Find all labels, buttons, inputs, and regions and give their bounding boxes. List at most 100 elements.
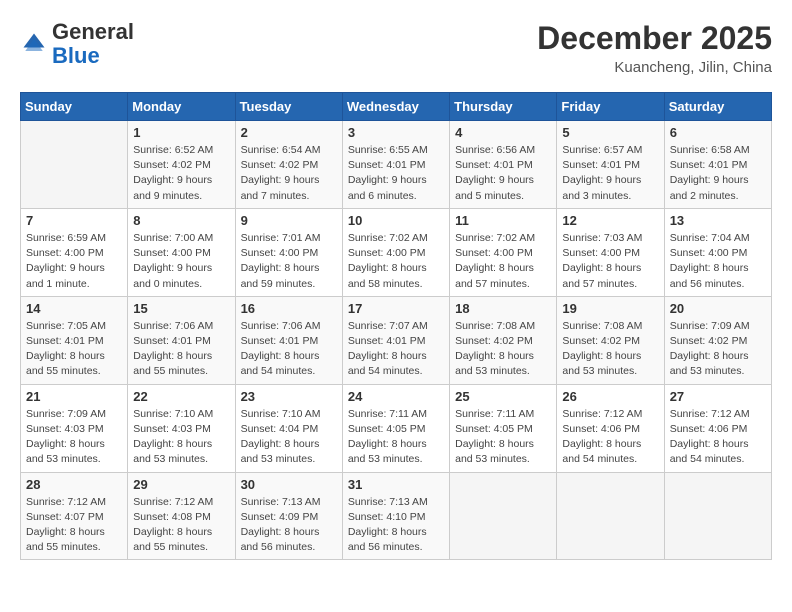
day-number: 21 bbox=[26, 389, 122, 404]
day-detail: Sunrise: 6:59 AM Sunset: 4:00 PM Dayligh… bbox=[26, 231, 122, 292]
calendar-day-cell: 6 Sunrise: 6:58 AM Sunset: 4:01 PM Daylig… bbox=[664, 121, 771, 209]
calendar-day-cell: 19 Sunrise: 7:08 AM Sunset: 4:02 PM Dayli… bbox=[557, 296, 664, 384]
day-number: 18 bbox=[455, 301, 551, 316]
day-number: 26 bbox=[562, 389, 658, 404]
weekday-header-cell: Saturday bbox=[664, 93, 771, 121]
calendar-day-cell: 30Sunrise: 7:13 AM Sunset: 4:09 PM Dayli… bbox=[235, 472, 342, 560]
calendar-day-cell: 7 Sunrise: 6:59 AM Sunset: 4:00 PM Daylig… bbox=[21, 208, 128, 296]
calendar-day-cell bbox=[450, 472, 557, 560]
calendar-day-cell: 9 Sunrise: 7:01 AM Sunset: 4:00 PM Daylig… bbox=[235, 208, 342, 296]
weekday-header-cell: Tuesday bbox=[235, 93, 342, 121]
day-number: 20 bbox=[670, 301, 766, 316]
day-detail: Sunrise: 7:08 AM Sunset: 4:02 PM Dayligh… bbox=[455, 319, 551, 380]
day-detail: Sunrise: 6:58 AM Sunset: 4:01 PM Dayligh… bbox=[670, 143, 766, 204]
calendar-week-row: 7 Sunrise: 6:59 AM Sunset: 4:00 PM Daylig… bbox=[21, 208, 772, 296]
day-number: 31 bbox=[348, 477, 444, 492]
day-detail: Sunrise: 6:55 AM Sunset: 4:01 PM Dayligh… bbox=[348, 143, 444, 204]
title-block: December 2025 Kuancheng, Jilin, China bbox=[537, 20, 772, 76]
calendar-day-cell: 27 Sunrise: 7:12 AM Sunset: 4:06 PM Dayli… bbox=[664, 384, 771, 472]
day-detail: Sunrise: 7:13 AM Sunset: 4:09 PM Dayligh… bbox=[241, 495, 337, 556]
day-number: 25 bbox=[455, 389, 551, 404]
weekday-header-row: SundayMondayTuesdayWednesdayThursdayFrid… bbox=[21, 93, 772, 121]
day-detail: Sunrise: 7:12 AM Sunset: 4:07 PM Dayligh… bbox=[26, 495, 122, 556]
day-number: 7 bbox=[26, 213, 122, 228]
calendar-day-cell: 12 Sunrise: 7:03 AM Sunset: 4:00 PM Dayli… bbox=[557, 208, 664, 296]
calendar-day-cell: 15 Sunrise: 7:06 AM Sunset: 4:01 PM Dayli… bbox=[128, 296, 235, 384]
day-detail: Sunrise: 7:10 AM Sunset: 4:03 PM Dayligh… bbox=[133, 407, 229, 468]
day-number: 4 bbox=[455, 125, 551, 140]
calendar-day-cell: 10Sunrise: 7:02 AM Sunset: 4:00 PM Dayli… bbox=[342, 208, 449, 296]
calendar-day-cell: 31 Sunrise: 7:13 AM Sunset: 4:10 PM Dayli… bbox=[342, 472, 449, 560]
calendar-day-cell: 21 Sunrise: 7:09 AM Sunset: 4:03 PM Dayli… bbox=[21, 384, 128, 472]
day-detail: Sunrise: 7:13 AM Sunset: 4:10 PM Dayligh… bbox=[348, 495, 444, 556]
day-number: 13 bbox=[670, 213, 766, 228]
day-detail: Sunrise: 7:06 AM Sunset: 4:01 PM Dayligh… bbox=[133, 319, 229, 380]
weekday-header-cell: Thursday bbox=[450, 93, 557, 121]
calendar-body: 1Sunrise: 6:52 AM Sunset: 4:02 PM Daylig… bbox=[21, 121, 772, 560]
calendar-day-cell: 1Sunrise: 6:52 AM Sunset: 4:02 PM Daylig… bbox=[128, 121, 235, 209]
calendar-day-cell: 5Sunrise: 6:57 AM Sunset: 4:01 PM Daylig… bbox=[557, 121, 664, 209]
day-number: 1 bbox=[133, 125, 229, 140]
day-number: 3 bbox=[348, 125, 444, 140]
calendar-week-row: 1Sunrise: 6:52 AM Sunset: 4:02 PM Daylig… bbox=[21, 121, 772, 209]
day-detail: Sunrise: 7:06 AM Sunset: 4:01 PM Dayligh… bbox=[241, 319, 337, 380]
calendar-day-cell: 29 Sunrise: 7:12 AM Sunset: 4:08 PM Dayli… bbox=[128, 472, 235, 560]
day-detail: Sunrise: 6:54 AM Sunset: 4:02 PM Dayligh… bbox=[241, 143, 337, 204]
calendar-day-cell: 2Sunrise: 6:54 AM Sunset: 4:02 PM Daylig… bbox=[235, 121, 342, 209]
calendar-day-cell: 8 Sunrise: 7:00 AM Sunset: 4:00 PM Daylig… bbox=[128, 208, 235, 296]
day-number: 6 bbox=[670, 125, 766, 140]
calendar-day-cell: 3 Sunrise: 6:55 AM Sunset: 4:01 PM Daylig… bbox=[342, 121, 449, 209]
day-detail: Sunrise: 7:01 AM Sunset: 4:00 PM Dayligh… bbox=[241, 231, 337, 292]
calendar-day-cell: 16 Sunrise: 7:06 AM Sunset: 4:01 PM Dayli… bbox=[235, 296, 342, 384]
calendar-week-row: 14Sunrise: 7:05 AM Sunset: 4:01 PM Dayli… bbox=[21, 296, 772, 384]
day-number: 17 bbox=[348, 301, 444, 316]
calendar-day-cell bbox=[557, 472, 664, 560]
day-number: 14 bbox=[26, 301, 122, 316]
weekday-header-cell: Friday bbox=[557, 93, 664, 121]
day-detail: Sunrise: 7:12 AM Sunset: 4:06 PM Dayligh… bbox=[562, 407, 658, 468]
day-detail: Sunrise: 7:08 AM Sunset: 4:02 PM Dayligh… bbox=[562, 319, 658, 380]
calendar-day-cell: 26 Sunrise: 7:12 AM Sunset: 4:06 PM Dayli… bbox=[557, 384, 664, 472]
calendar-day-cell: 24 Sunrise: 7:11 AM Sunset: 4:05 PM Dayli… bbox=[342, 384, 449, 472]
calendar-day-cell: 20 Sunrise: 7:09 AM Sunset: 4:02 PM Dayli… bbox=[664, 296, 771, 384]
day-number: 22 bbox=[133, 389, 229, 404]
day-number: 16 bbox=[241, 301, 337, 316]
day-detail: Sunrise: 7:12 AM Sunset: 4:08 PM Dayligh… bbox=[133, 495, 229, 556]
day-detail: Sunrise: 7:09 AM Sunset: 4:02 PM Dayligh… bbox=[670, 319, 766, 380]
day-number: 8 bbox=[133, 213, 229, 228]
day-number: 15 bbox=[133, 301, 229, 316]
day-number: 24 bbox=[348, 389, 444, 404]
day-number: 10 bbox=[348, 213, 444, 228]
day-detail: Sunrise: 7:12 AM Sunset: 4:06 PM Dayligh… bbox=[670, 407, 766, 468]
day-detail: Sunrise: 6:56 AM Sunset: 4:01 PM Dayligh… bbox=[455, 143, 551, 204]
day-detail: Sunrise: 7:03 AM Sunset: 4:00 PM Dayligh… bbox=[562, 231, 658, 292]
calendar-day-cell: 11Sunrise: 7:02 AM Sunset: 4:00 PM Dayli… bbox=[450, 208, 557, 296]
page-header: General Blue December 2025 Kuancheng, Ji… bbox=[20, 20, 772, 76]
day-number: 28 bbox=[26, 477, 122, 492]
day-detail: Sunrise: 7:09 AM Sunset: 4:03 PM Dayligh… bbox=[26, 407, 122, 468]
calendar-week-row: 28 Sunrise: 7:12 AM Sunset: 4:07 PM Dayli… bbox=[21, 472, 772, 560]
calendar-day-cell bbox=[21, 121, 128, 209]
day-detail: Sunrise: 7:07 AM Sunset: 4:01 PM Dayligh… bbox=[348, 319, 444, 380]
day-number: 19 bbox=[562, 301, 658, 316]
day-detail: Sunrise: 7:10 AM Sunset: 4:04 PM Dayligh… bbox=[241, 407, 337, 468]
day-detail: Sunrise: 7:00 AM Sunset: 4:00 PM Dayligh… bbox=[133, 231, 229, 292]
calendar-day-cell: 14Sunrise: 7:05 AM Sunset: 4:01 PM Dayli… bbox=[21, 296, 128, 384]
day-number: 27 bbox=[670, 389, 766, 404]
weekday-header-cell: Sunday bbox=[21, 93, 128, 121]
day-detail: Sunrise: 7:02 AM Sunset: 4:00 PM Dayligh… bbox=[455, 231, 551, 292]
calendar-day-cell: 13 Sunrise: 7:04 AM Sunset: 4:00 PM Dayli… bbox=[664, 208, 771, 296]
weekday-header-cell: Monday bbox=[128, 93, 235, 121]
logo-icon bbox=[20, 30, 48, 58]
weekday-header-cell: Wednesday bbox=[342, 93, 449, 121]
calendar-day-cell: 23Sunrise: 7:10 AM Sunset: 4:04 PM Dayli… bbox=[235, 384, 342, 472]
day-number: 9 bbox=[241, 213, 337, 228]
day-detail: Sunrise: 7:11 AM Sunset: 4:05 PM Dayligh… bbox=[348, 407, 444, 468]
logo-blue-text: Blue bbox=[52, 43, 100, 68]
day-detail: Sunrise: 7:04 AM Sunset: 4:00 PM Dayligh… bbox=[670, 231, 766, 292]
location-subtitle: Kuancheng, Jilin, China bbox=[537, 59, 772, 76]
calendar-day-cell: 17 Sunrise: 7:07 AM Sunset: 4:01 PM Dayli… bbox=[342, 296, 449, 384]
day-number: 29 bbox=[133, 477, 229, 492]
month-year-title: December 2025 bbox=[537, 20, 772, 57]
day-number: 12 bbox=[562, 213, 658, 228]
